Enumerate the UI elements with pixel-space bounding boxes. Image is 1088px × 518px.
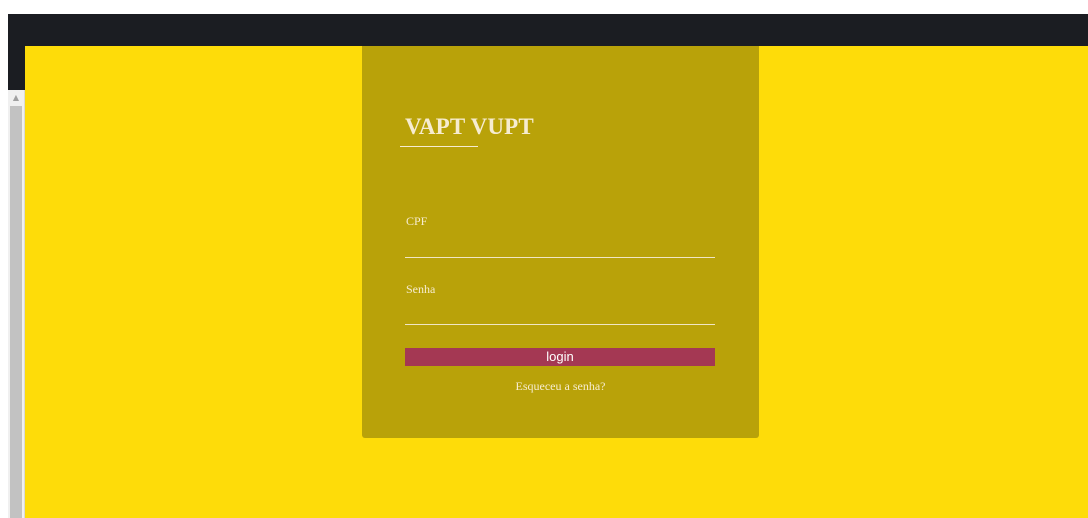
brand-underline [400, 146, 478, 147]
left-dark-gutter [8, 46, 25, 90]
scroll-thumb[interactable] [10, 106, 22, 518]
cpf-input[interactable] [405, 236, 715, 258]
window-top-strip [0, 0, 1088, 14]
senha-input[interactable] [405, 303, 715, 325]
login-card: VAPT VUPT CPF Senha login Esqueceu a sen… [362, 46, 759, 438]
browser-top-bar [8, 14, 1088, 46]
forgot-password-link[interactable]: Esqueceu a senha? [362, 379, 759, 394]
brand-title: VAPT VUPT [405, 114, 534, 139]
scroll-up-arrow-icon[interactable]: ▲ [8, 90, 24, 106]
senha-label: Senha [406, 282, 436, 296]
cpf-label: CPF [406, 214, 428, 228]
login-button[interactable]: login [405, 348, 715, 366]
vertical-scrollbar[interactable]: ▲ [8, 90, 25, 518]
page-viewport: VAPT VUPT CPF Senha login Esqueceu a sen… [25, 46, 1088, 518]
